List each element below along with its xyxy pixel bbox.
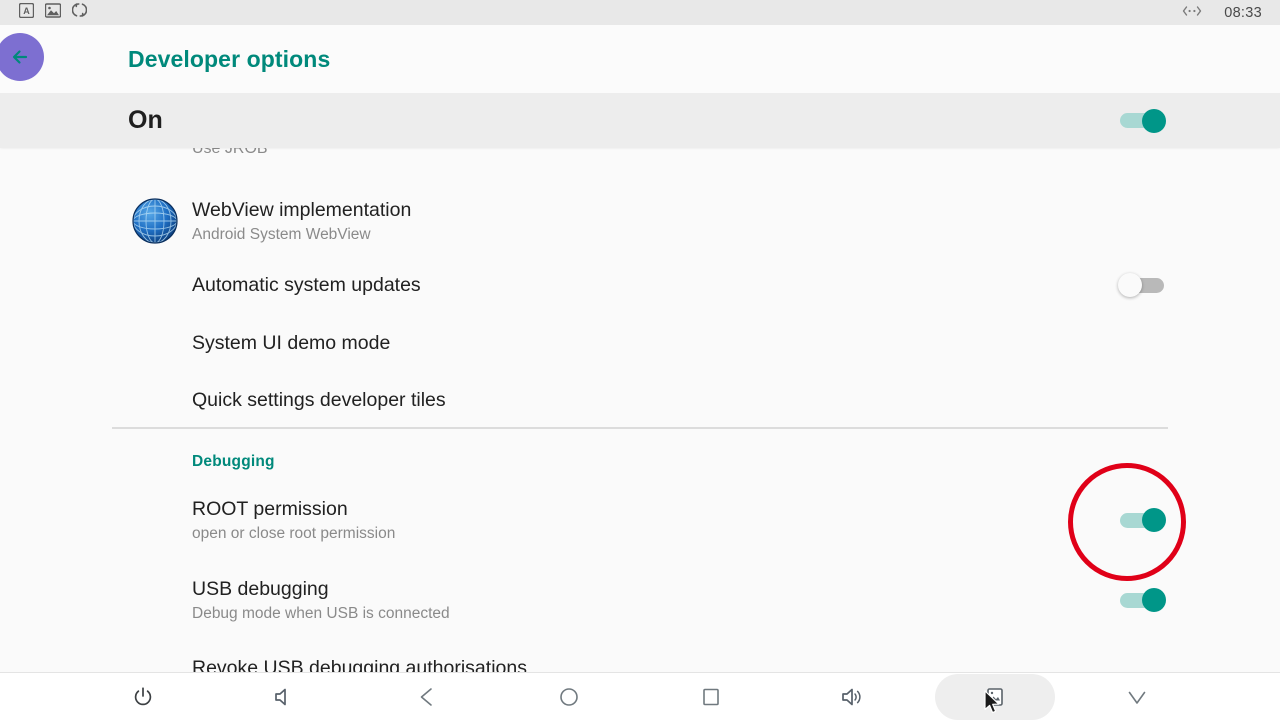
row-texts: Use JROB — [192, 148, 268, 160]
row-texts: ROOT permission open or close root permi… — [192, 497, 395, 544]
app-bar: Developer options — [0, 25, 1280, 93]
list-item-subtitle: Debug mode when USB is connected — [192, 604, 450, 622]
row-texts: Automatic system updates — [192, 273, 421, 297]
globe-icon — [132, 198, 178, 244]
usb-debugging-toggle-wrapper — [1118, 588, 1170, 612]
list-item-subtitle: Android System WebView — [192, 225, 371, 243]
text-input-icon: A — [18, 2, 35, 23]
recents-nav-button[interactable] — [681, 677, 741, 717]
screenshot-button[interactable] — [965, 677, 1025, 717]
sync-icon — [71, 2, 88, 23]
root-permission-toggle[interactable] — [1118, 508, 1170, 532]
list-item-title: Automatic system updates — [192, 274, 421, 296]
row-texts: Quick settings developer tiles — [192, 388, 446, 412]
svg-text:A: A — [23, 6, 30, 16]
usb-debugging-toggle[interactable] — [1118, 588, 1170, 612]
list-item-title: USB debugging — [192, 577, 329, 600]
volume-up-button[interactable] — [823, 677, 883, 717]
row-texts: Revoke USB debugging authorisations — [192, 656, 527, 672]
settings-list[interactable]: Use JROB WebView implementation Android … — [0, 148, 1280, 672]
home-nav-button[interactable] — [539, 677, 599, 717]
row-texts: USB debugging Debug mode when USB is con… — [192, 577, 450, 624]
root-permission-toggle-wrapper — [1118, 508, 1170, 532]
status-bar-right: 08:33 — [1182, 4, 1280, 22]
list-item-title: WebView implementation — [192, 198, 412, 221]
switch-thumb — [1142, 508, 1166, 532]
back-button[interactable] — [0, 33, 44, 81]
automatic-system-updates-toggle[interactable] — [1118, 273, 1170, 297]
list-item-clipped-top[interactable]: Use JROB — [0, 148, 1280, 160]
list-item-title: Quick settings developer tiles — [192, 389, 446, 411]
square-icon — [703, 688, 719, 706]
master-switch-label: On — [128, 106, 163, 134]
volume-down-button[interactable] — [255, 677, 315, 717]
switch-thumb — [1142, 588, 1166, 612]
arrow-left-icon — [12, 50, 28, 64]
back-nav-button[interactable] — [397, 677, 457, 717]
volume-down-icon — [275, 688, 286, 706]
image-icon — [44, 2, 62, 23]
status-bar-left-icons: A — [0, 2, 88, 23]
android-settings-screen: A 08:33 Developer options On Use JROB We… — [0, 0, 1280, 720]
list-item-system-ui-demo-mode[interactable]: System UI demo mode — [0, 322, 1280, 364]
list-item-title: ROOT permission — [192, 497, 348, 520]
list-item-title: System UI demo mode — [192, 332, 391, 354]
list-item-title: Revoke USB debugging authorisations — [192, 657, 527, 672]
screenshot-icon — [987, 688, 1003, 706]
list-item-quick-settings-developer-tiles[interactable]: Quick settings developer tiles — [0, 379, 1280, 421]
ethernet-icon — [1182, 4, 1202, 22]
page-title: Developer options — [128, 45, 331, 72]
status-bar: A 08:33 — [0, 0, 1280, 25]
list-item-subtitle: open or close root permission — [192, 524, 396, 542]
section-divider — [112, 427, 1168, 429]
master-switch-toggle-wrapper — [1118, 108, 1170, 133]
status-bar-clock: 08:33 — [1224, 4, 1262, 21]
navigation-bar — [0, 672, 1280, 720]
automatic-system-updates-toggle-wrapper — [1118, 273, 1170, 297]
list-item-webview-implementation[interactable]: WebView implementation Android System We… — [0, 186, 1280, 256]
volume-up-icon — [842, 688, 861, 706]
triangle-down-icon — [1128, 691, 1146, 704]
hide-navbar-button[interactable] — [1107, 677, 1167, 717]
triangle-left-icon — [420, 688, 432, 706]
master-switch-bar: On — [0, 93, 1280, 148]
list-item-revoke-usb-debugging-authorisations[interactable]: Revoke USB debugging authorisations — [0, 656, 1280, 672]
list-item-automatic-system-updates[interactable]: Automatic system updates — [0, 264, 1280, 306]
list-item-root-permission[interactable]: ROOT permission open or close root permi… — [0, 490, 1280, 550]
power-icon — [134, 687, 152, 706]
list-item-usb-debugging[interactable]: USB debugging Debug mode when USB is con… — [0, 570, 1280, 630]
power-button[interactable] — [113, 677, 173, 717]
circle-icon — [560, 688, 578, 706]
switch-thumb — [1142, 108, 1166, 133]
section-header-debugging: Debugging — [192, 453, 275, 470]
list-item-title: Use JROB — [192, 148, 268, 157]
row-texts: WebView implementation Android System We… — [192, 198, 411, 245]
row-texts: System UI demo mode — [192, 331, 390, 355]
switch-thumb — [1118, 273, 1142, 297]
master-switch-toggle[interactable] — [1118, 108, 1170, 133]
